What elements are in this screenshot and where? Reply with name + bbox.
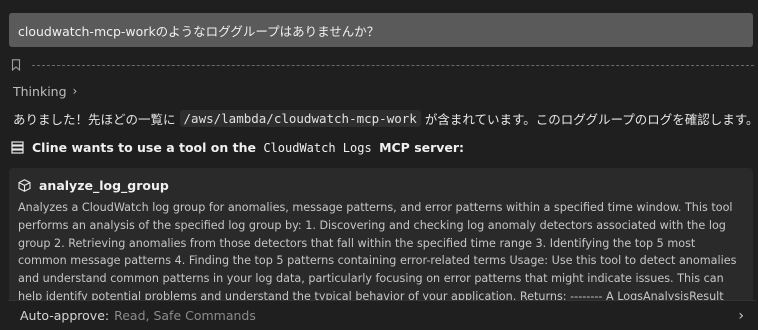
tool-title: analyze_log_group <box>18 177 744 193</box>
chevron-right-icon: › <box>72 84 78 98</box>
tool-request-prefix: Cline wants to use a tool on the <box>32 139 256 155</box>
server-icon <box>11 140 24 154</box>
user-message-text: cloudwatch-mcp-workのようなロググループはありませんか？ <box>18 23 380 39</box>
reply-text-before: ありました！先ほどの一覧に <box>13 111 176 127</box>
tool-name: analyze_log_group <box>39 177 169 193</box>
reply-text-after: が含まれています。このロググループのログを確認します。 <box>424 111 758 127</box>
chevron-right-icon[interactable]: › <box>738 308 744 324</box>
tool-request-suffix: MCP server: <box>379 139 465 155</box>
mcp-server-name: CloudWatch Logs <box>263 140 372 155</box>
checkpoint-row <box>10 58 754 72</box>
bookmark-icon[interactable] <box>11 59 21 71</box>
auto-approve-label: Auto-approve: <box>20 308 110 323</box>
tool-description: Analyzes a CloudWatch log group for anom… <box>18 201 737 308</box>
assistant-reply: ありました！先ほどの一覧に /aws/lambda/cloudwatch-mcp… <box>13 107 758 129</box>
tool-request-header: Cline wants to use a tool on the CloudWa… <box>11 138 751 156</box>
thinking-toggle[interactable]: Thinking › <box>13 82 77 100</box>
user-message: cloudwatch-mcp-workのようなロググループはありませんか？ <box>9 13 753 47</box>
cube-icon <box>18 178 31 192</box>
tool-card: analyze_log_group Analyzes a CloudWatch … <box>9 168 753 308</box>
auto-approve-value: Read, Safe Commands <box>114 308 256 323</box>
log-group-code: /aws/lambda/cloudwatch-mcp-work <box>179 109 421 127</box>
checkpoint-divider <box>32 65 754 66</box>
thinking-label: Thinking <box>13 83 67 99</box>
chat-panel: cloudwatch-mcp-workのようなロググループはありませんか？ Th… <box>0 0 758 330</box>
auto-approve-bar[interactable]: Auto-approve: Read, Safe Commands › <box>8 300 756 330</box>
